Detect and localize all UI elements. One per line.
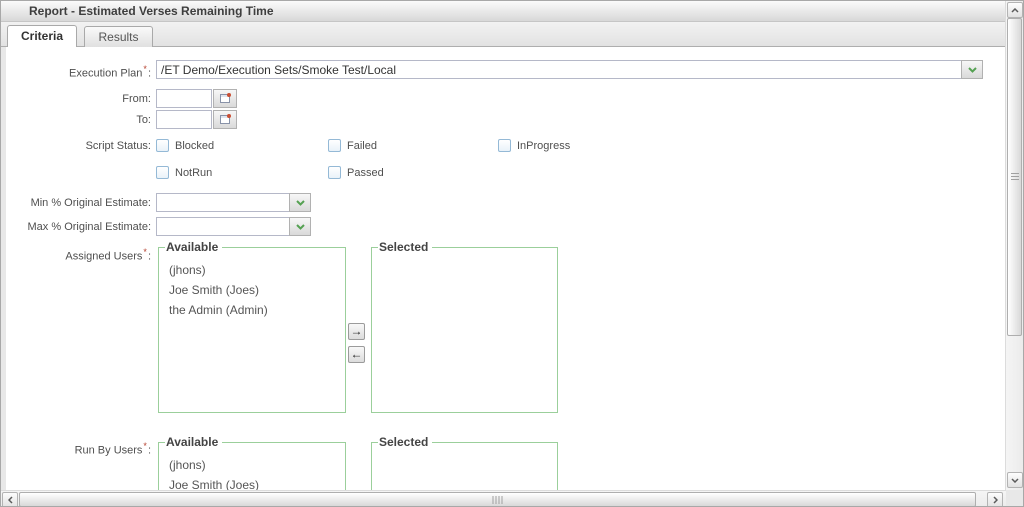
horizontal-scroll-thumb[interactable] (19, 492, 976, 507)
checkbox-notrun-label: NotRun (175, 167, 212, 179)
scroll-grip (492, 496, 503, 504)
checkbox-passed-label: Passed (347, 167, 384, 179)
arrow-left-icon: ← (351, 347, 363, 361)
assigned-users-available-list: Available (jhons) Joe Smith (Joes) the A… (158, 240, 346, 413)
list-item[interactable]: Joe Smith (Joes) (169, 280, 345, 300)
chevron-down-icon (968, 67, 977, 73)
min-estimate-dropdown-button[interactable] (289, 193, 311, 212)
chevron-down-icon (296, 200, 305, 206)
chevron-down-icon (296, 224, 305, 230)
max-estimate-label: Max % Original Estimate: (6, 221, 151, 233)
chevron-down-icon (1011, 478, 1019, 483)
checkbox-inprogress-label: InProgress (517, 140, 570, 152)
max-estimate-input[interactable] (156, 217, 290, 236)
tab-strip: Criteria Results (1, 22, 1006, 47)
run-by-users-selected-list: Selected (371, 435, 558, 490)
from-label: From: (6, 93, 151, 105)
run-by-users-label: Run By Users*: (6, 441, 151, 457)
horizontal-scrollbar[interactable] (1, 490, 1006, 507)
execution-plan-dropdown-button[interactable] (961, 60, 983, 79)
checkbox-blocked-label: Blocked (175, 140, 214, 152)
to-date-picker-button[interactable] (213, 110, 237, 129)
list-item[interactable]: Joe Smith (Joes) (169, 475, 345, 490)
execution-plan-input[interactable] (156, 60, 962, 79)
list-item[interactable]: the Admin (Admin) (169, 300, 345, 320)
chevron-right-icon (993, 496, 998, 504)
window-title: Report - Estimated Verses Remaining Time (1, 1, 1006, 22)
required-mark: * (143, 441, 147, 451)
assigned-users-selected-list: Selected (371, 240, 558, 413)
chevron-up-icon (1011, 8, 1019, 13)
run-by-users-available-list: Available (jhons) Joe Smith (Joes) (158, 435, 346, 490)
to-label: To: (6, 114, 151, 126)
list-item[interactable]: (jhons) (169, 260, 345, 280)
vertical-scroll-thumb[interactable] (1007, 18, 1022, 336)
arrow-right-icon: → (351, 324, 363, 338)
assigned-selected-legend: Selected (378, 240, 432, 254)
checkbox-passed[interactable] (328, 166, 341, 179)
chevron-left-icon (8, 496, 13, 504)
run-by-selected-legend: Selected (378, 435, 432, 449)
scroll-grip (1011, 173, 1019, 181)
required-mark: * (143, 64, 147, 74)
assigned-users-label: Assigned Users*: (6, 247, 151, 263)
assigned-move-left-button[interactable]: ← (348, 346, 365, 363)
checkbox-inprogress[interactable] (498, 139, 511, 152)
scroll-left-button[interactable] (2, 492, 18, 507)
to-date-input[interactable] (156, 110, 212, 129)
list-item[interactable]: (jhons) (169, 455, 345, 475)
required-mark: * (143, 247, 147, 257)
assigned-move-right-button[interactable]: → (348, 323, 365, 340)
run-by-available-legend: Available (165, 435, 222, 449)
checkbox-failed[interactable] (328, 139, 341, 152)
script-status-label: Script Status: (6, 140, 151, 152)
report-window: Report - Estimated Verses Remaining Time… (0, 0, 1024, 507)
scroll-down-button[interactable] (1007, 472, 1023, 488)
tab-criteria-label: Criteria (21, 29, 63, 43)
checkbox-blocked[interactable] (156, 139, 169, 152)
scroll-up-button[interactable] (1007, 2, 1023, 18)
scroll-right-button[interactable] (987, 492, 1003, 507)
calendar-icon (219, 92, 232, 105)
checkbox-failed-label: Failed (347, 140, 377, 152)
tab-results-label: Results (98, 30, 138, 44)
min-estimate-input[interactable] (156, 193, 290, 212)
vertical-scrollbar[interactable] (1005, 1, 1023, 490)
assigned-available-legend: Available (165, 240, 222, 254)
execution-plan-label: Execution Plan*: (6, 64, 151, 80)
from-date-picker-button[interactable] (213, 89, 237, 108)
max-estimate-dropdown-button[interactable] (289, 217, 311, 236)
min-estimate-label: Min % Original Estimate: (6, 197, 151, 209)
tab-criteria[interactable]: Criteria (7, 25, 77, 47)
tab-results[interactable]: Results (84, 26, 152, 47)
from-date-input[interactable] (156, 89, 212, 108)
calendar-icon (219, 113, 232, 126)
checkbox-notrun[interactable] (156, 166, 169, 179)
criteria-panel: Execution Plan*: From: To: Script Status… (6, 47, 1007, 490)
